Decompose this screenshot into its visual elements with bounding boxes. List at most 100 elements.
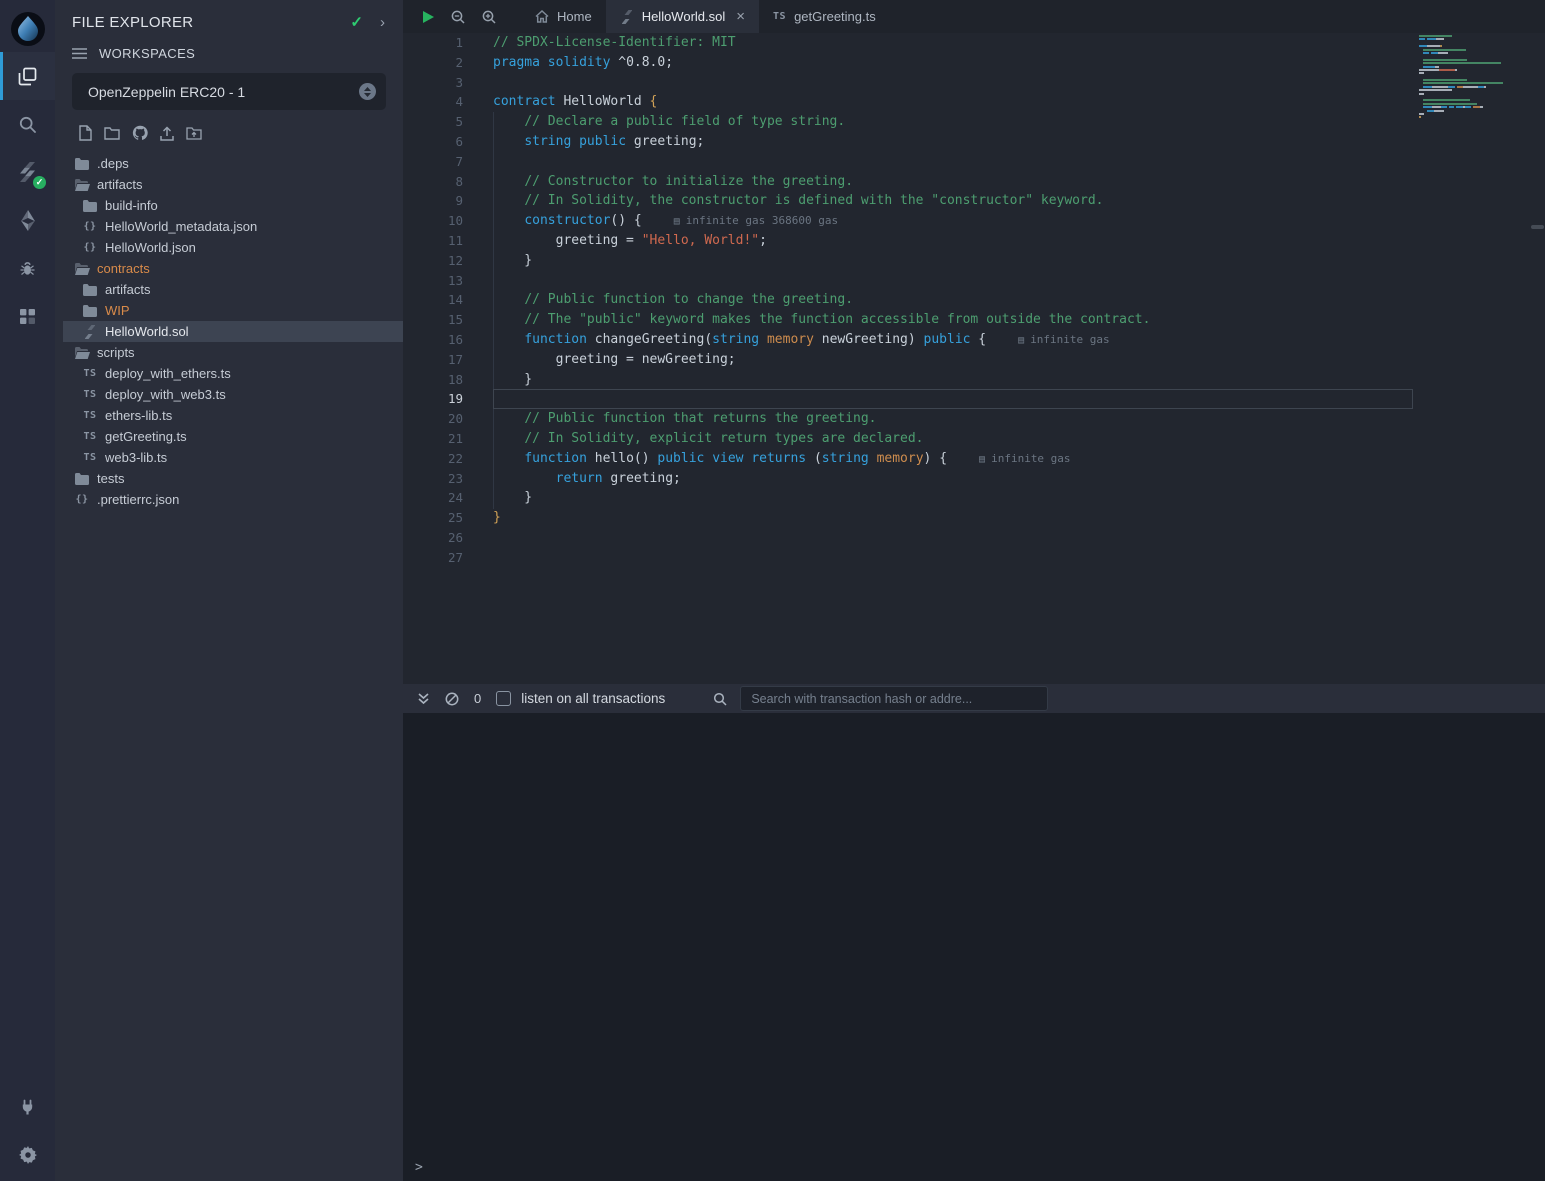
line-number: 24 — [403, 488, 463, 508]
workspace-selected: OpenZeppelin ERC20 - 1 — [88, 84, 359, 100]
terminal-panel[interactable]: > — [403, 713, 1545, 1181]
minimap[interactable] — [1419, 35, 1503, 127]
zoom-in-icon[interactable] — [481, 9, 497, 25]
new-file-icon[interactable] — [79, 125, 92, 141]
tree-item-.prettierrc.json[interactable]: {}.prettierrc.json — [63, 489, 403, 510]
line-content: // In Solidity, explicit return types ar… — [463, 429, 923, 449]
upload-folder-icon[interactable] — [186, 126, 202, 140]
tree-item-HelloWorld.json[interactable]: {}HelloWorld.json — [63, 237, 403, 258]
code-line-2[interactable]: 2pragma solidity ^0.8.0; — [403, 53, 1545, 73]
listen-transactions-checkbox[interactable] — [496, 691, 511, 706]
scrollbar-thumb[interactable] — [1531, 225, 1544, 229]
line-content: constructor() {infinite gas 368600 gas — [463, 211, 838, 231]
line-content: } — [463, 508, 501, 528]
line-number: 1 — [403, 33, 463, 53]
run-script-button[interactable] — [422, 10, 435, 24]
activity-bar-bottom — [0, 1083, 55, 1181]
code-line-25[interactable]: 25} — [403, 508, 1545, 528]
code-line-11[interactable]: 11 greeting = "Hello, World!"; — [403, 231, 1545, 251]
code-line-27[interactable]: 27 — [403, 548, 1545, 568]
new-folder-icon[interactable] — [104, 126, 120, 140]
code-editor[interactable]: 1// SPDX-License-Identifier: MIT2pragma … — [403, 33, 1545, 684]
tree-item-label: artifacts — [97, 177, 143, 192]
solidity-compiler-icon[interactable]: ✓ — [0, 148, 55, 196]
plugin-manager-icon[interactable] — [0, 1083, 55, 1131]
tree-item-web3-lib.ts[interactable]: TSweb3-lib.ts — [63, 447, 403, 468]
tree-item-HelloWorld_metadata.json[interactable]: {}HelloWorld_metadata.json — [63, 216, 403, 237]
tree-item-deploy_with_web3.ts[interactable]: TSdeploy_with_web3.ts — [63, 384, 403, 405]
code-line-20[interactable]: 20 // Public function that returns the g… — [403, 409, 1545, 429]
tree-item-label: getGreeting.ts — [105, 429, 187, 444]
line-number: 27 — [403, 548, 463, 568]
code-line-15[interactable]: 15 // The "public" keyword makes the fun… — [403, 310, 1545, 330]
code-line-26[interactable]: 26 — [403, 528, 1545, 548]
deploy-run-icon[interactable] — [0, 196, 55, 244]
code-line-14[interactable]: 14 // Public function to change the gree… — [403, 290, 1545, 310]
tree-item-.deps[interactable]: .deps — [63, 153, 403, 174]
chevron-right-icon[interactable]: › — [380, 14, 385, 31]
line-content — [463, 528, 493, 548]
tree-item-WIP[interactable]: WIP — [63, 300, 403, 321]
tree-item-artifacts[interactable]: artifacts — [63, 174, 403, 195]
code-line-21[interactable]: 21 // In Solidity, explicit return types… — [403, 429, 1545, 449]
code-line-23[interactable]: 23 return greeting; — [403, 469, 1545, 489]
workspace-switch-icon[interactable] — [359, 83, 376, 100]
tab-getGreeting.ts[interactable]: TSgetGreeting.ts — [759, 0, 890, 33]
tree-item-HelloWorld.sol[interactable]: HelloWorld.sol — [63, 321, 403, 342]
activity-bar-top: ✓ — [0, 6, 55, 340]
zoom-out-icon[interactable] — [450, 9, 466, 25]
code-line-8[interactable]: 8 // Constructor to initialize the greet… — [403, 172, 1545, 192]
tab-HelloWorld.sol[interactable]: HelloWorld.sol× — [606, 0, 759, 33]
code-line-10[interactable]: 10 constructor() {infinite gas 368600 ga… — [403, 211, 1545, 231]
github-icon[interactable] — [132, 125, 148, 141]
tree-item-label: build-info — [105, 198, 158, 213]
expand-terminal-icon[interactable] — [417, 692, 430, 705]
close-icon[interactable]: × — [736, 9, 745, 24]
upload-file-icon[interactable] — [160, 126, 174, 141]
tree-item-build-info[interactable]: build-info — [63, 195, 403, 216]
code-line-4[interactable]: 4contract HelloWorld { — [403, 92, 1545, 112]
tree-item-contracts[interactable]: contracts — [63, 258, 403, 279]
gas-estimate-hint: infinite gas — [979, 452, 1071, 465]
code-line-7[interactable]: 7 — [403, 152, 1545, 172]
line-content: // Public function that returns the gree… — [463, 409, 877, 429]
code-line-6[interactable]: 6 string public greeting; — [403, 132, 1545, 152]
code-line-17[interactable]: 17 greeting = newGreeting; — [403, 350, 1545, 370]
line-content: // Public function to change the greetin… — [463, 290, 853, 310]
tree-item-getGreeting.ts[interactable]: TSgetGreeting.ts — [63, 426, 403, 447]
workspace-select[interactable]: OpenZeppelin ERC20 - 1 — [72, 73, 386, 110]
tree-item-ethers-lib.ts[interactable]: TSethers-lib.ts — [63, 405, 403, 426]
code-line-24[interactable]: 24 } — [403, 488, 1545, 508]
clear-console-icon[interactable] — [445, 692, 459, 706]
line-number: 16 — [403, 330, 463, 350]
code-line-16[interactable]: 16 function changeGreeting(string memory… — [403, 330, 1545, 350]
settings-icon[interactable] — [0, 1131, 55, 1179]
code-line-1[interactable]: 1// SPDX-License-Identifier: MIT — [403, 33, 1545, 53]
tree-item-deploy_with_ethers.ts[interactable]: TSdeploy_with_ethers.ts — [63, 363, 403, 384]
code-line-19[interactable]: 19 — [403, 389, 1545, 409]
debugger-icon[interactable] — [0, 244, 55, 292]
ts-icon: TS — [82, 389, 98, 400]
search-icon[interactable] — [0, 100, 55, 148]
remix-logo[interactable] — [0, 6, 55, 52]
tree-item-scripts[interactable]: scripts — [63, 342, 403, 363]
code-line-13[interactable]: 13 — [403, 271, 1545, 291]
tree-item-artifacts[interactable]: artifacts — [63, 279, 403, 300]
plugins-icon[interactable] — [0, 292, 55, 340]
line-number: 15 — [403, 310, 463, 330]
code-line-18[interactable]: 18 } — [403, 370, 1545, 390]
code-line-5[interactable]: 5 // Declare a public field of type stri… — [403, 112, 1545, 132]
code-line-12[interactable]: 12 } — [403, 251, 1545, 271]
file-explorer-icon[interactable] — [0, 52, 55, 100]
tab-Home[interactable]: Home — [521, 0, 606, 33]
line-number: 11 — [403, 231, 463, 251]
tree-item-tests[interactable]: tests — [63, 468, 403, 489]
transaction-search-input[interactable] — [740, 686, 1048, 711]
code-line-9[interactable]: 9 // In Solidity, the constructor is def… — [403, 191, 1545, 211]
code-line-3[interactable]: 3 — [403, 73, 1545, 93]
line-content — [463, 271, 493, 291]
hamburger-icon[interactable] — [72, 48, 87, 59]
code-line-22[interactable]: 22 function hello() public view returns … — [403, 449, 1545, 469]
folder-open-icon — [74, 179, 90, 191]
line-number: 19 — [403, 389, 463, 409]
